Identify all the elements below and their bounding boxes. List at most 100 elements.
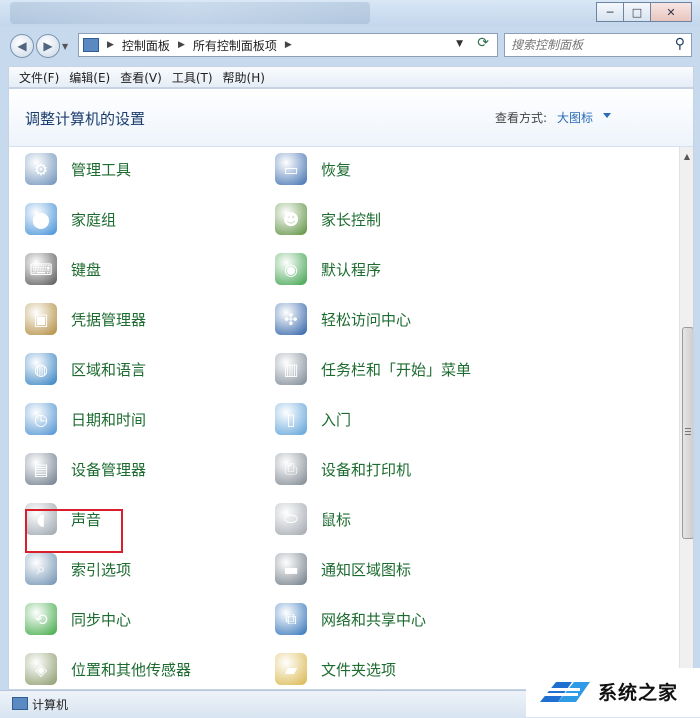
index-search-icon: ⌕ — [25, 553, 57, 585]
status-text: 计算机 — [32, 698, 69, 712]
address-dropdown-icon[interactable]: ▼ — [456, 39, 463, 49]
view-by-label: 查看方式: — [495, 111, 548, 125]
control-panel-item-right-4[interactable]: ▥ 任务栏和「开始」菜单 — [275, 349, 471, 389]
control-panel-item-label: 位置和其他传感器 — [71, 660, 192, 679]
maximize-button[interactable]: □ — [623, 2, 651, 22]
control-panel-window: ─ □ ✕ ◀ ▶ ▼ ▶ 控制面板 ▶ 所有控制面板项 ▶ ▼ ⟳ ⚲ 文件(… — [0, 0, 700, 718]
view-by-dropdown[interactable]: 大图标 — [557, 109, 593, 126]
ease-of-access-icon: ✣ — [275, 303, 307, 335]
control-panel-item-right-5[interactable]: ▯ 入门 — [275, 399, 351, 439]
search-icon[interactable]: ⚲ — [675, 36, 685, 52]
control-panel-item-label: 鼠标 — [321, 510, 352, 529]
sensor-icon: ◈ — [25, 653, 57, 685]
control-panel-item-right-9[interactable]: ⧉ 网络和共享中心 — [275, 599, 426, 639]
printer-icon: ⎙ — [275, 453, 307, 485]
control-panel-item-label: 设备和打印机 — [321, 460, 412, 479]
watermark-logo-icon — [540, 682, 590, 702]
navigation-row: ◀ ▶ ▼ ▶ 控制面板 ▶ 所有控制面板项 ▶ ▼ ⟳ ⚲ — [0, 28, 700, 62]
calendar-clock-icon: ◷ — [25, 403, 57, 435]
control-panel-item-left-1[interactable]: ⬤ 家庭组 — [25, 199, 116, 239]
address-bar[interactable]: ▶ 控制面板 ▶ 所有控制面板项 ▶ ▼ ⟳ — [78, 33, 498, 57]
control-panel-item-left-9[interactable]: ⟲ 同步中心 — [25, 599, 131, 639]
minimize-button[interactable]: ─ — [596, 2, 624, 22]
control-panel-item-left-2[interactable]: ⌨ 键盘 — [25, 249, 101, 289]
control-panel-item-left-3[interactable]: ▣ 凭据管理器 — [25, 299, 146, 339]
control-panel-item-label: 同步中心 — [71, 610, 132, 629]
menu-bar: 文件(F) 编辑(E) 查看(V) 工具(T) 帮助(H) — [8, 66, 694, 88]
control-panel-item-left-8[interactable]: ⌕ 索引选项 — [25, 549, 131, 589]
control-panel-item-right-10[interactable]: ▰ 文件夹选项 — [275, 649, 396, 689]
control-panel-icon — [83, 38, 99, 52]
control-panel-item-label: 任务栏和「开始」菜单 — [321, 360, 472, 379]
menu-edit[interactable]: 编辑(E) — [69, 69, 110, 86]
control-panel-item-right-0[interactable]: ▭ 恢复 — [275, 149, 351, 189]
control-panel-item-label: 默认程序 — [321, 260, 382, 279]
control-panel-item-label: 通知区域图标 — [321, 560, 412, 579]
content-header: 调整计算机的设置 查看方式: 大图标 — [9, 89, 693, 147]
mouse-icon: ⬭ — [275, 503, 307, 535]
notification-area-icon: ▬ — [275, 553, 307, 585]
content-pane: 调整计算机的设置 查看方式: 大图标 ⚙ 管理工具 ⬤ 家庭组 ⌨ 键盘 ▣ 凭据管理器 ◍ 区域… — [8, 88, 694, 690]
forward-arrow-icon: ▶ — [43, 39, 53, 53]
menu-file[interactable]: 文件(F) — [19, 69, 59, 86]
control-panel-item-left-6[interactable]: ▤ 设备管理器 — [25, 449, 146, 489]
recovery-icon: ▭ — [275, 153, 307, 185]
control-panel-item-left-5[interactable]: ◷ 日期和时间 — [25, 399, 146, 439]
recent-pages-chevron-icon[interactable]: ▼ — [62, 42, 68, 51]
breadcrumb-separator-icon[interactable]: ▶ — [107, 40, 114, 50]
back-button[interactable]: ◀ — [10, 34, 34, 58]
getting-started-icon: ▯ — [275, 403, 307, 435]
menu-tools[interactable]: 工具(T) — [172, 69, 213, 86]
control-panel-item-left-4[interactable]: ◍ 区域和语言 — [25, 349, 146, 389]
watermark-text: 系统之家 — [598, 682, 679, 704]
control-panel-item-right-8[interactable]: ▬ 通知区域图标 — [275, 549, 411, 589]
title-bar: ─ □ ✕ — [0, 0, 700, 26]
control-panel-item-right-1[interactable]: ☻ 家长控制 — [275, 199, 381, 239]
menu-view[interactable]: 查看(V) — [120, 69, 162, 86]
control-panel-item-right-3[interactable]: ✣ 轻松访问中心 — [275, 299, 411, 339]
breadcrumb-separator-icon[interactable]: ▶ — [285, 40, 292, 50]
control-panel-item-right-2[interactable]: ◉ 默认程序 — [275, 249, 381, 289]
folder-options-icon: ▰ — [275, 653, 307, 685]
close-button[interactable]: ✕ — [650, 2, 692, 22]
taskbar-icon: ▥ — [275, 353, 307, 385]
parental-controls-icon: ☻ — [275, 203, 307, 235]
menu-help[interactable]: 帮助(H) — [223, 69, 265, 86]
search-box[interactable]: ⚲ — [504, 33, 692, 57]
control-panel-item-left-10[interactable]: ◈ 位置和其他传感器 — [25, 649, 191, 689]
control-panel-item-label: 家长控制 — [321, 210, 382, 229]
keyboard-icon: ⌨ — [25, 253, 57, 285]
control-panel-item-right-6[interactable]: ⎙ 设备和打印机 — [275, 449, 411, 489]
device-manager-icon: ▤ — [25, 453, 57, 485]
control-panel-item-label: 网络和共享中心 — [321, 610, 427, 629]
refresh-icon[interactable]: ⟳ — [477, 35, 489, 51]
view-by-chevron-icon[interactable] — [603, 113, 611, 118]
control-panel-item-label: 入门 — [321, 410, 352, 429]
control-panel-item-left-0[interactable]: ⚙ 管理工具 — [25, 149, 131, 189]
breadcrumb-control-panel[interactable]: 控制面板 — [122, 37, 170, 54]
scrollbar-grip-icon — [685, 428, 691, 429]
network-sharing-icon: ⧉ — [275, 603, 307, 635]
globe-icon: ◍ — [25, 353, 57, 385]
control-panel-item-label: 轻松访问中心 — [321, 310, 412, 329]
computer-icon — [12, 697, 28, 710]
control-panel-item-label: 索引选项 — [71, 560, 132, 579]
control-panel-item-label: 文件夹选项 — [321, 660, 397, 679]
breadcrumb-separator-icon[interactable]: ▶ — [178, 40, 185, 50]
page-title: 调整计算机的设置 — [25, 110, 146, 128]
homegroup-icon: ⬤ — [25, 203, 57, 235]
admin-tools-icon: ⚙ — [25, 153, 57, 185]
breadcrumb-all-items[interactable]: 所有控制面板项 — [193, 37, 277, 54]
scroll-up-arrow-icon[interactable]: ▲ — [682, 149, 692, 163]
sound-highlight-box — [25, 509, 123, 553]
desktop-background-blur — [10, 2, 370, 24]
vertical-scrollbar[interactable]: ▲ ▼ — [679, 147, 693, 689]
control-panel-item-label: 恢复 — [321, 160, 352, 179]
search-input[interactable] — [509, 37, 663, 53]
control-panel-item-right-7[interactable]: ⬭ 鼠标 — [275, 499, 351, 539]
forward-button[interactable]: ▶ — [36, 34, 60, 58]
control-panel-item-label: 家庭组 — [71, 210, 117, 229]
scrollbar-thumb[interactable] — [682, 327, 693, 539]
control-panel-item-label: 设备管理器 — [71, 460, 147, 479]
window-controls: ─ □ ✕ — [596, 2, 692, 22]
